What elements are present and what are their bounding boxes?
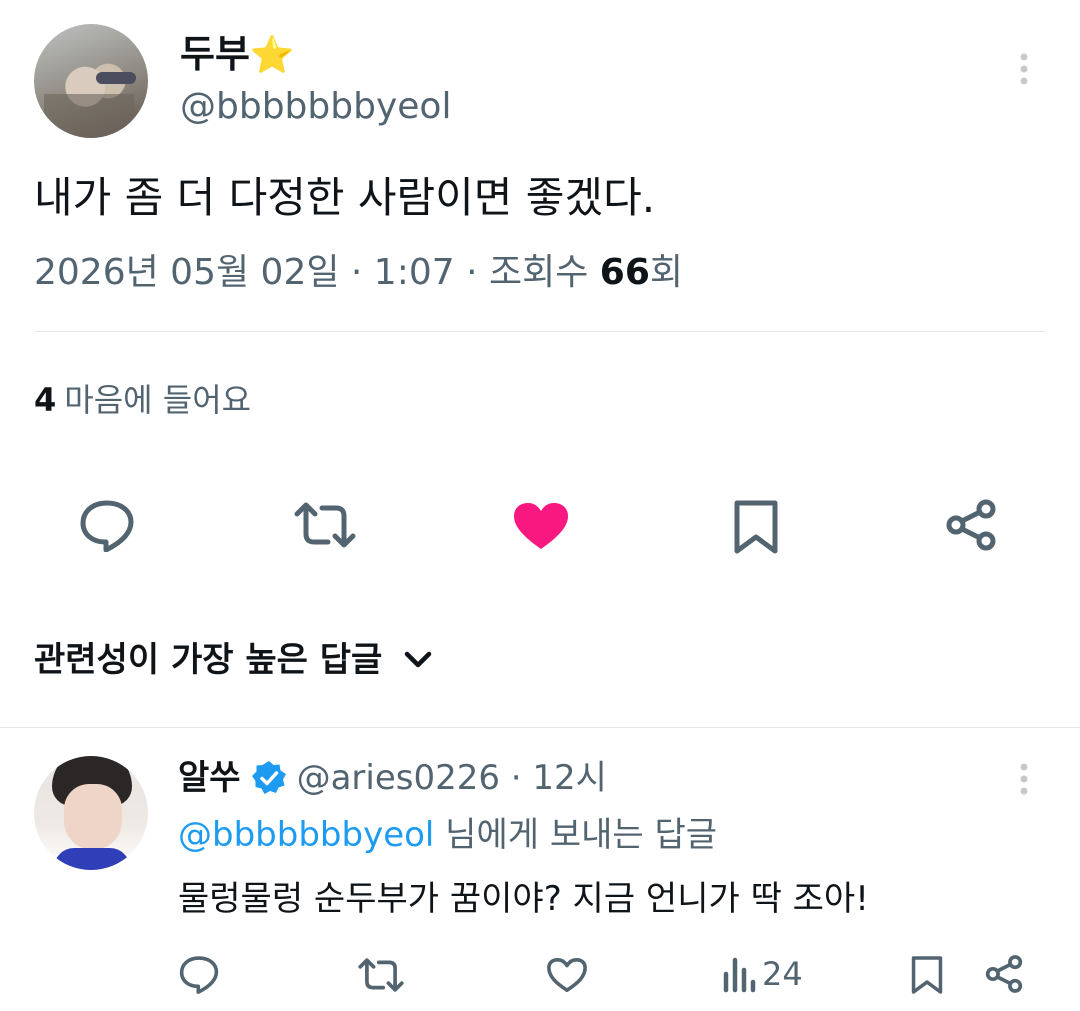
likes-summary[interactable]: 4 마음에 들어요 xyxy=(34,378,251,422)
reply-share-icon[interactable] xyxy=(984,954,1024,994)
replies-sort-label: 관련성이 가장 높은 답글 xyxy=(34,640,383,680)
share-icon[interactable] xyxy=(944,498,998,552)
star-emoji: ⭐ xyxy=(249,35,295,76)
post-views-count: 66 xyxy=(599,252,650,293)
reply-retweet-icon[interactable] xyxy=(358,956,404,994)
divider xyxy=(0,727,1080,728)
likes-count: 4 xyxy=(34,381,57,419)
post-meta: 2026년 05월 02일 · 1:07 · 조회수 66회 xyxy=(34,250,683,296)
post-author-name[interactable]: 두부⭐ xyxy=(180,30,295,80)
reply-handle-time[interactable]: @aries0226 · 12시 xyxy=(297,754,607,802)
divider xyxy=(34,331,1046,332)
post-views-suffix: 회 xyxy=(649,252,684,293)
reply-views-count: 24 xyxy=(762,955,803,993)
reply-to-suffix: 님에게 보내는 답글 xyxy=(434,815,718,855)
reply-icon[interactable] xyxy=(78,498,136,552)
reply-header: 알쑤 @aries0226 · 12시 xyxy=(178,754,607,802)
like-icon[interactable] xyxy=(512,501,570,551)
reply-views[interactable]: 24 xyxy=(722,954,803,994)
post-author-handle[interactable]: @bbbbbbbyeol xyxy=(180,84,451,130)
chevron-down-icon xyxy=(404,650,432,670)
reply-bookmark-icon[interactable] xyxy=(910,954,944,996)
likes-label: 마음에 들어요 xyxy=(64,381,252,419)
reply-more-options-icon[interactable] xyxy=(1012,762,1036,798)
post-text: 내가 좀 더 다정한 사람이면 좋겠다. xyxy=(34,173,656,222)
retweet-icon[interactable] xyxy=(294,500,356,550)
reply-like-icon[interactable] xyxy=(546,956,588,994)
verified-badge-icon xyxy=(251,760,287,796)
bookmark-icon[interactable] xyxy=(732,498,780,556)
views-chart-icon xyxy=(722,954,758,994)
more-options-icon[interactable] xyxy=(1012,52,1036,88)
post-date-time: 2026년 05월 02일 · 1:07 · 조회수 xyxy=(34,252,600,293)
post-author-avatar[interactable] xyxy=(34,24,148,138)
reply-to-handle[interactable]: @bbbbbbbyeol xyxy=(178,815,434,855)
reply-reply-icon[interactable] xyxy=(178,954,220,994)
display-name: 두부 xyxy=(180,32,250,76)
replies-sort-dropdown[interactable]: 관련성이 가장 높은 답글 xyxy=(34,636,432,684)
reply-display-name[interactable]: 알쑤 xyxy=(178,754,241,802)
reply-author-avatar[interactable] xyxy=(34,756,148,870)
reply-text: 물렁물렁 순두부가 꿈이야? 지금 언니가 딱 조아! xyxy=(178,879,869,919)
reply-to-line: @bbbbbbbyeol 님에게 보내는 답글 xyxy=(178,812,717,858)
